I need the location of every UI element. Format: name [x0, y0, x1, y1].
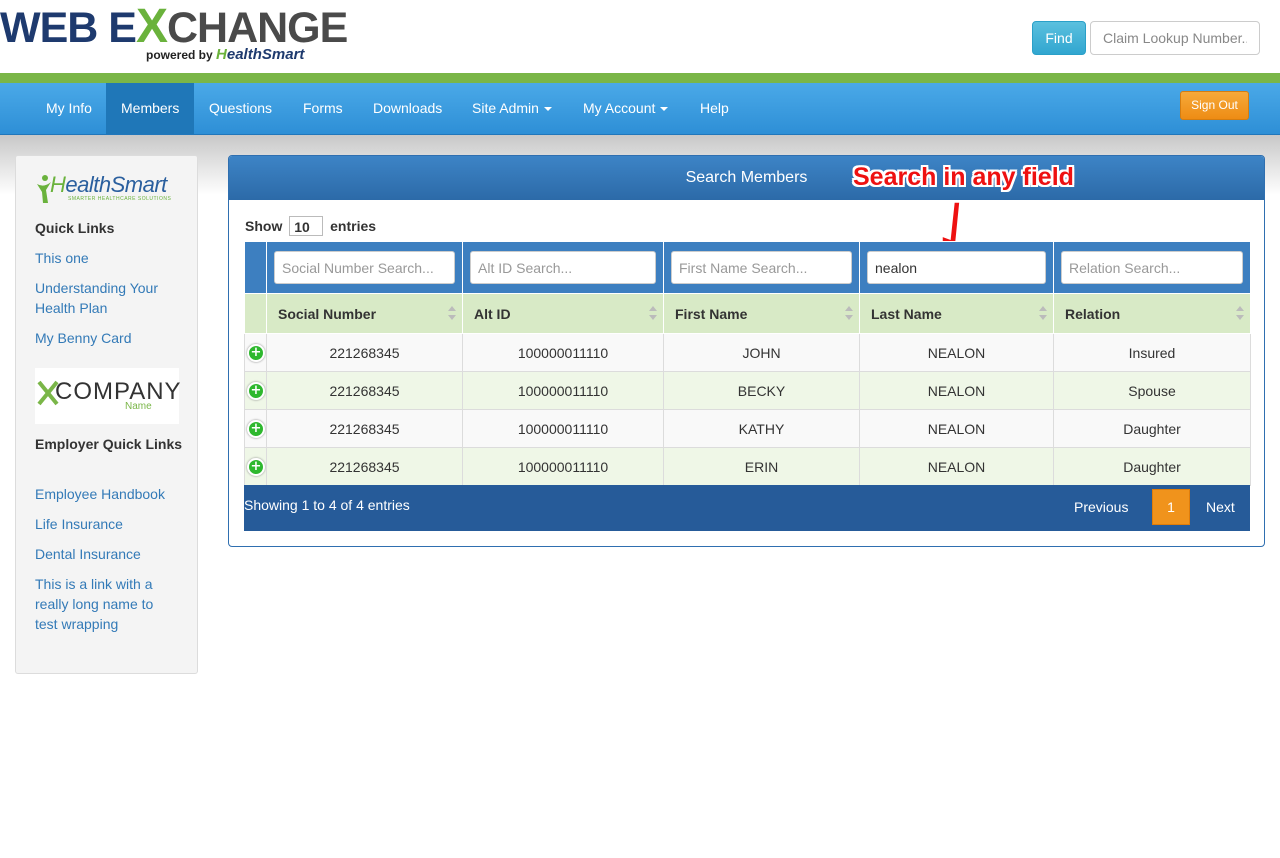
claim-lookup-input[interactable]	[1090, 21, 1260, 55]
entries-label: entries	[330, 218, 377, 234]
link-long-name[interactable]: This is a link with a really long name t…	[35, 574, 170, 634]
table-row[interactable]: + 221268345 100000011110 JOHN NEALON Ins…	[244, 333, 1251, 372]
show-label: Show	[245, 218, 283, 234]
entries-length-control: Show 10 entries	[245, 216, 376, 238]
main-nav: My Info Members Questions Forms Download…	[0, 83, 1280, 135]
cell-alt-id: 100000011110	[462, 333, 664, 372]
nav-questions[interactable]: Questions	[194, 83, 287, 134]
cell-first-name: BECKY	[663, 371, 860, 410]
link-employee-handbook[interactable]: Employee Handbook	[35, 484, 185, 504]
webexchange-logo[interactable]: WEB EXCHANGE powered by HealthSmart	[0, 2, 348, 70]
alt-id-search-input[interactable]	[470, 251, 656, 284]
table-row[interactable]: + 221268345 100000011110 ERIN NEALON Dau…	[244, 447, 1251, 486]
header: WEB EXCHANGE powered by HealthSmart Find	[0, 0, 1280, 73]
expand-column-header	[244, 293, 267, 334]
expand-row-icon[interactable]: +	[247, 419, 265, 438]
annotation-callout: Search in any field	[853, 163, 1074, 191]
nav-downloads[interactable]: Downloads	[358, 83, 457, 134]
sort-icon	[1236, 306, 1244, 322]
cell-first-name: JOHN	[663, 333, 860, 372]
logo-powered-by: powered by HealthSmart	[146, 46, 305, 63]
cell-social-number: 221268345	[266, 409, 463, 448]
sign-out-button[interactable]: Sign Out	[1180, 91, 1249, 120]
relation-search-input[interactable]	[1061, 251, 1243, 284]
cell-first-name: KATHY	[663, 409, 860, 448]
chevron-down-icon	[660, 107, 669, 112]
cell-last-name: NEALON	[859, 333, 1054, 372]
column-header-alt-id[interactable]: Alt ID	[462, 293, 664, 334]
search-members-panel: Search Members Search in any field Show …	[228, 155, 1265, 547]
pagination-next[interactable]: Next	[1206, 499, 1235, 515]
link-this-one[interactable]: This one	[35, 248, 185, 268]
logo-wordmark: WEB EXCHANGE	[0, 0, 348, 53]
expand-row-icon[interactable]: +	[247, 343, 265, 362]
sort-icon	[1039, 306, 1047, 322]
column-header-relation[interactable]: Relation	[1053, 293, 1251, 334]
social-number-search-input[interactable]	[274, 251, 455, 284]
cell-relation: Insured	[1053, 333, 1251, 372]
header-accent-bar	[0, 73, 1280, 83]
expand-row-icon[interactable]: +	[247, 381, 265, 400]
cell-relation: Spouse	[1053, 371, 1251, 410]
last-name-search-input[interactable]	[867, 251, 1046, 284]
nav-forms[interactable]: Forms	[288, 83, 358, 134]
cell-social-number: 221268345	[266, 333, 463, 372]
cell-social-number: 221268345	[266, 447, 463, 486]
cell-alt-id: 100000011110	[462, 447, 664, 486]
nav-site-admin[interactable]: Site Admin	[457, 83, 567, 134]
nav-help[interactable]: Help	[685, 83, 744, 134]
quick-links-heading: Quick Links	[35, 220, 115, 236]
showing-entries-info: Showing 1 to 4 of 4 entries	[244, 497, 410, 513]
column-header-social-number[interactable]: Social Number	[266, 293, 463, 334]
cell-relation: Daughter	[1053, 447, 1251, 486]
employer-quick-links-heading: Employer Quick Links	[35, 436, 183, 452]
chevron-down-icon	[543, 107, 552, 112]
find-button[interactable]: Find	[1032, 21, 1086, 55]
link-dental-insurance[interactable]: Dental Insurance	[35, 544, 185, 564]
cell-relation: Daughter	[1053, 409, 1251, 448]
table-footer: Showing 1 to 4 of 4 entries Previous 1 N…	[244, 485, 1250, 531]
sort-icon	[649, 306, 657, 322]
table-row[interactable]: + 221268345 100000011110 BECKY NEALON Sp…	[244, 371, 1251, 410]
company-logo: COMPANY Name	[35, 368, 181, 424]
header-row: Social Number Alt ID First Name Last Nam…	[244, 293, 1251, 334]
link-life-insurance[interactable]: Life Insurance	[35, 514, 185, 534]
panel-title: Search Members	[685, 169, 808, 186]
members-table: Social Number Alt ID First Name Last Nam…	[244, 241, 1251, 486]
cell-alt-id: 100000011110	[462, 409, 664, 448]
panel-header: Search Members Search in any field	[229, 156, 1264, 200]
cell-last-name: NEALON	[859, 371, 1054, 410]
nav-members[interactable]: Members	[106, 83, 195, 134]
column-header-last-name[interactable]: Last Name	[859, 293, 1054, 334]
link-understanding-health-plan[interactable]: Understanding Your Health Plan	[35, 278, 185, 318]
pagination-page-1[interactable]: 1	[1152, 489, 1190, 525]
filter-spacer	[244, 241, 267, 294]
expand-row-icon[interactable]: +	[247, 457, 265, 476]
nav-my-info[interactable]: My Info	[31, 83, 107, 134]
pagination-previous[interactable]: Previous	[1074, 499, 1128, 515]
nav-my-account[interactable]: My Account	[568, 83, 683, 134]
column-header-first-name[interactable]: First Name	[663, 293, 860, 334]
table-row[interactable]: + 221268345 100000011110 KATHY NEALON Da…	[244, 409, 1251, 448]
link-benny-card[interactable]: My Benny Card	[35, 328, 185, 348]
first-name-search-input[interactable]	[671, 251, 852, 284]
sort-icon	[845, 306, 853, 322]
healthsmart-logo: HealthSmart SMARTER HEALTHCARE SOLUTIONS	[36, 172, 181, 208]
sort-icon	[448, 306, 456, 322]
filter-row	[244, 241, 1251, 294]
cell-first-name: ERIN	[663, 447, 860, 486]
cell-social-number: 221268345	[266, 371, 463, 410]
cell-last-name: NEALON	[859, 409, 1054, 448]
cell-alt-id: 100000011110	[462, 371, 664, 410]
cell-last-name: NEALON	[859, 447, 1054, 486]
sidebar: HealthSmart SMARTER HEALTHCARE SOLUTIONS…	[15, 155, 198, 674]
entries-select[interactable]: 10	[289, 216, 324, 236]
